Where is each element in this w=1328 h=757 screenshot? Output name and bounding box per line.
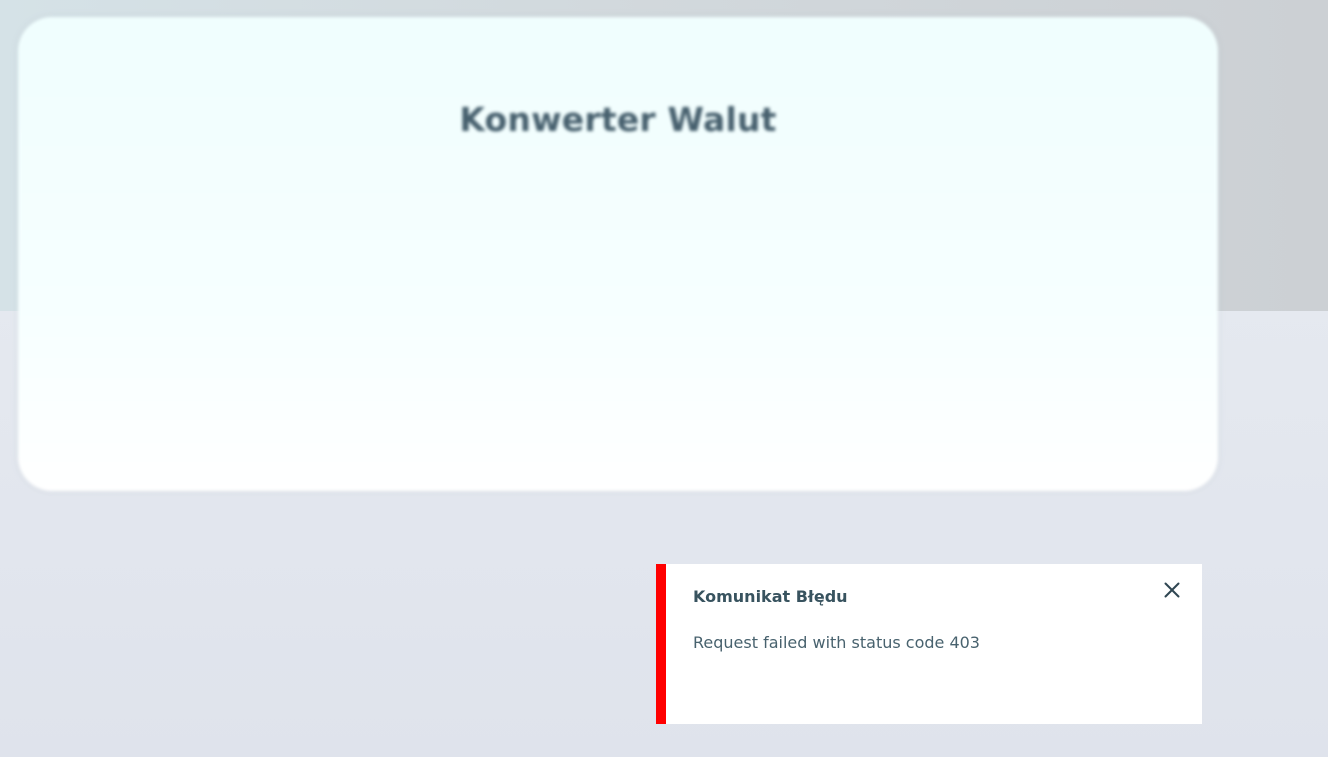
page-title: Konwerter Walut	[459, 100, 777, 139]
toast-close-button[interactable]	[1158, 576, 1186, 604]
close-icon	[1164, 582, 1180, 598]
toast-title: Komunikat Błędu	[693, 587, 848, 606]
converter-card: Konwerter Walut	[18, 17, 1218, 491]
error-toast: Komunikat Błędu Request failed with stat…	[656, 564, 1202, 724]
toast-message: Request failed with status code 403	[693, 633, 980, 652]
toast-error-accent	[656, 564, 666, 724]
